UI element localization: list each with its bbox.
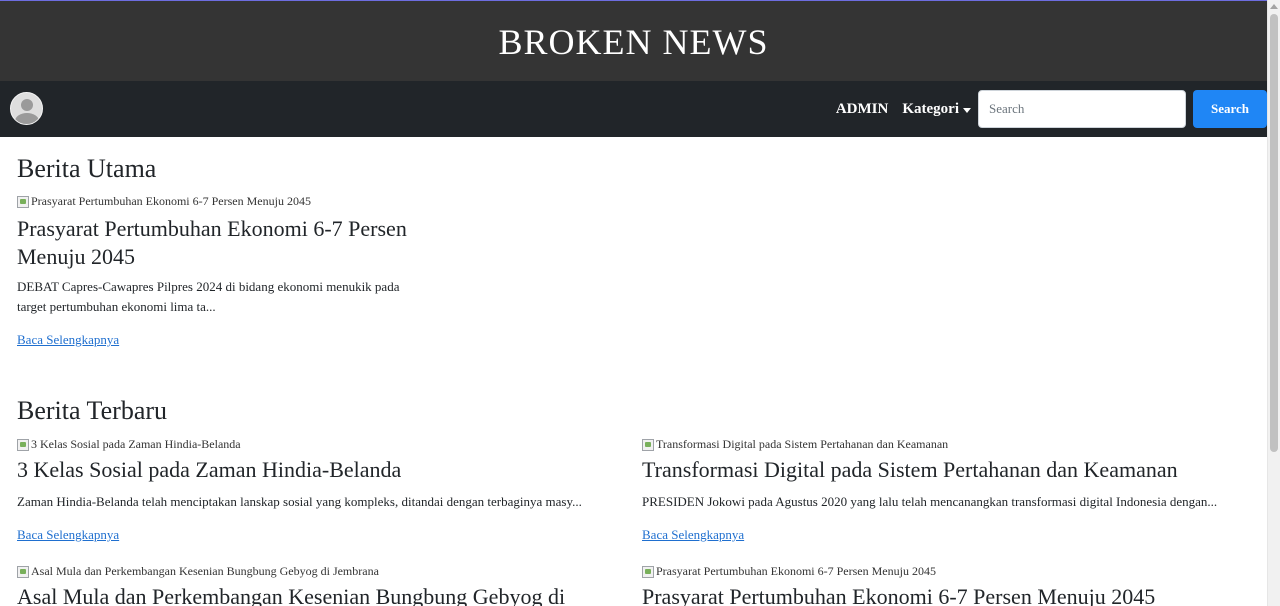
article-read-more-link[interactable]: Baca Selengkapnya bbox=[17, 527, 119, 542]
broken-image-icon bbox=[642, 438, 654, 451]
article-excerpt: Zaman Hindia-Belanda telah menciptakan l… bbox=[17, 494, 582, 509]
page: BROKEN NEWS ADMIN Kategori Search Berita… bbox=[0, 0, 1267, 606]
broken-image-icon bbox=[17, 195, 29, 208]
featured-excerpt: DEBAT Capres-Cawapres Pilpres 2024 di bi… bbox=[17, 279, 400, 315]
caret-down-icon bbox=[963, 107, 971, 113]
featured-read-more-link[interactable]: Baca Selengkapnya bbox=[17, 332, 119, 347]
featured-heading: Berita Utama bbox=[17, 154, 157, 183]
broken-image-icon bbox=[642, 565, 654, 578]
article-image-alt: 3 Kelas Sosial pada Zaman Hindia-Belanda bbox=[31, 437, 241, 451]
kategori-label: Kategori bbox=[902, 100, 959, 117]
user-avatar-icon[interactable] bbox=[10, 92, 43, 125]
latest-heading: Berita Terbaru bbox=[17, 396, 168, 425]
article-image: Prasyarat Pertumbuhan Ekonomi 6-7 Persen… bbox=[642, 564, 1242, 579]
article-image-alt: Asal Mula dan Perkembangan Kesenian Bung… bbox=[31, 564, 379, 578]
latest-article-card: Prasyarat Pertumbuhan Ekonomi 6-7 Persen… bbox=[642, 564, 1242, 606]
article-title: Asal Mula dan Perkembangan Kesenian Bung… bbox=[17, 584, 566, 606]
article-read-more-link[interactable]: Baca Selengkapnya bbox=[642, 527, 744, 542]
article-title: 3 Kelas Sosial pada Zaman Hindia-Belanda bbox=[17, 457, 402, 482]
article-image: Transformasi Digital pada Sistem Pertaha… bbox=[642, 437, 1242, 452]
broken-image-icon bbox=[17, 438, 29, 451]
site-brand[interactable]: BROKEN NEWS bbox=[499, 19, 769, 63]
nav-kategori-dropdown[interactable]: Kategori bbox=[902, 101, 971, 118]
article-excerpt: PRESIDEN Jokowi pada Agustus 2020 yang l… bbox=[642, 494, 1218, 509]
broken-image-icon bbox=[17, 565, 29, 578]
vertical-scrollbar[interactable] bbox=[1267, 0, 1280, 606]
article-image: Asal Mula dan Perkembangan Kesenian Bung… bbox=[17, 564, 617, 579]
article-title: Prasyarat Pertumbuhan Ekonomi 6-7 Persen… bbox=[642, 584, 1156, 606]
scrollbar-thumb[interactable] bbox=[1270, 14, 1278, 452]
navbar: ADMIN Kategori Search bbox=[0, 81, 1267, 137]
article-title: Transformasi Digital pada Sistem Pertaha… bbox=[642, 457, 1178, 482]
latest-article-card: 3 Kelas Sosial pada Zaman Hindia-Belanda… bbox=[17, 437, 617, 544]
nav-right: ADMIN Kategori Search bbox=[836, 90, 1267, 128]
article-image: 3 Kelas Sosial pada Zaman Hindia-Belanda bbox=[17, 437, 617, 452]
featured-section: Berita Utama Prasyarat Pertumbuhan Ekono… bbox=[17, 153, 427, 349]
featured-title: Prasyarat Pertumbuhan Ekonomi 6-7 Persen… bbox=[17, 216, 407, 270]
featured-image-alt: Prasyarat Pertumbuhan Ekonomi 6-7 Persen… bbox=[31, 194, 311, 209]
scrollbar-up-arrow-icon[interactable] bbox=[1270, 4, 1278, 9]
latest-article-card: Asal Mula dan Perkembangan Kesenian Bung… bbox=[17, 564, 617, 606]
search-button[interactable]: Search bbox=[1193, 90, 1267, 128]
article-image-alt: Prasyarat Pertumbuhan Ekonomi 6-7 Persen… bbox=[656, 564, 936, 578]
latest-article-card: Transformasi Digital pada Sistem Pertaha… bbox=[642, 437, 1242, 544]
nav-admin-link[interactable]: ADMIN bbox=[836, 101, 889, 118]
masthead: BROKEN NEWS bbox=[0, 0, 1267, 81]
search-input[interactable] bbox=[978, 90, 1186, 128]
featured-image: Prasyarat Pertumbuhan Ekonomi 6-7 Persen… bbox=[17, 194, 427, 209]
article-image-alt: Transformasi Digital pada Sistem Pertaha… bbox=[656, 437, 949, 451]
